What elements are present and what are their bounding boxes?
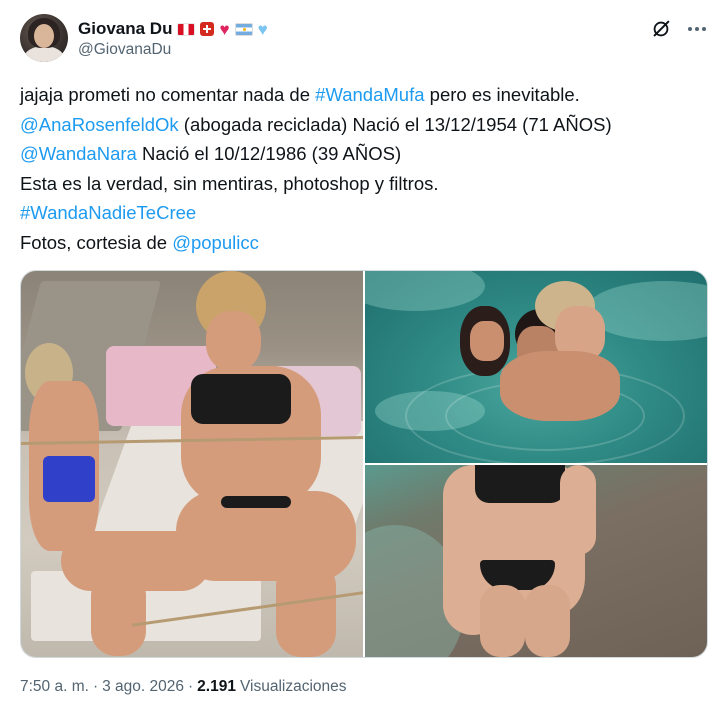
tweet-text-line: jajaja prometi no comentar nada de #Wand… (20, 80, 710, 110)
footer-separator: · (188, 678, 194, 695)
hashtag-link[interactable]: #WandaNadieTeCree (20, 202, 196, 223)
footer-separator: · (92, 678, 99, 695)
light-blue-heart-icon: ♥ (257, 19, 268, 39)
author-name-line[interactable]: Giovana Du ♥ ♥ (78, 18, 268, 40)
flag-switzerland-icon (200, 22, 215, 36)
mention-link[interactable]: @populicc (172, 232, 259, 253)
tweet-time[interactable]: 7:50 a. m. (20, 678, 89, 696)
photo-shoreline[interactable] (365, 465, 707, 657)
author-display-name[interactable]: Giovana Du (78, 19, 172, 39)
tweet-footer: 7:50 a. m. · 3 ago. 2026 · 2.191 Visuali… (20, 678, 347, 696)
red-heart-icon: ♥ (219, 19, 230, 39)
tweet-text-segment: (abogada reciclada) Nació el 13/12/1954 … (178, 113, 612, 135)
views-count[interactable]: 2.191 (197, 678, 236, 696)
mention-link[interactable]: @AnaRosenfeldOk (20, 114, 179, 135)
views-label[interactable]: Visualizaciones (240, 678, 347, 696)
tweet-text-segment: Fotos, cortesia de (20, 231, 173, 253)
tweet-text: jajaja prometi no comentar nada de #Wand… (20, 80, 710, 257)
photo-swimming[interactable] (365, 271, 707, 463)
author-handle[interactable]: @GiovanaDu (78, 41, 171, 59)
tweet-text-line: @AnaRosenfeldOk (abogada reciclada) Naci… (20, 110, 710, 140)
tweet-text-line: #WandaNadieTeCree (20, 198, 710, 228)
avatar[interactable] (20, 14, 68, 62)
hashtag-link[interactable]: #WandaMufa (315, 84, 424, 105)
mention-link[interactable]: @WandaNara (20, 143, 137, 164)
flag-peru-icon (177, 22, 196, 36)
tweet-text-line: @WandaNara Nació el 10/12/1986 (39 AÑOS) (20, 139, 710, 169)
media-grid (20, 270, 708, 658)
tweet-header: Giovana Du ♥ ♥ @GiovanaDu (20, 12, 710, 64)
tweet-text-segment: pero es inevitable. (424, 84, 580, 105)
grok-icon[interactable] (650, 18, 672, 40)
tweet-text-segment: Nació el 10/12/1986 (39 AÑOS) (136, 143, 402, 164)
more-options-icon[interactable] (684, 18, 710, 40)
photo-beach-loungers[interactable] (21, 271, 363, 657)
tweet-text-line: Esta es la verdad, sin mentiras, photosh… (20, 169, 710, 199)
tweet-text-line: Fotos, cortesia de @populicc (20, 228, 710, 258)
tweet-text-segment: jajaja prometi no comentar nada de (20, 84, 316, 105)
tweet-date[interactable]: 3 ago. 2026 (102, 678, 184, 696)
tweet-text-segment: Esta es la verdad, sin mentiras, photosh… (20, 172, 439, 194)
flag-argentina-icon (234, 22, 253, 36)
